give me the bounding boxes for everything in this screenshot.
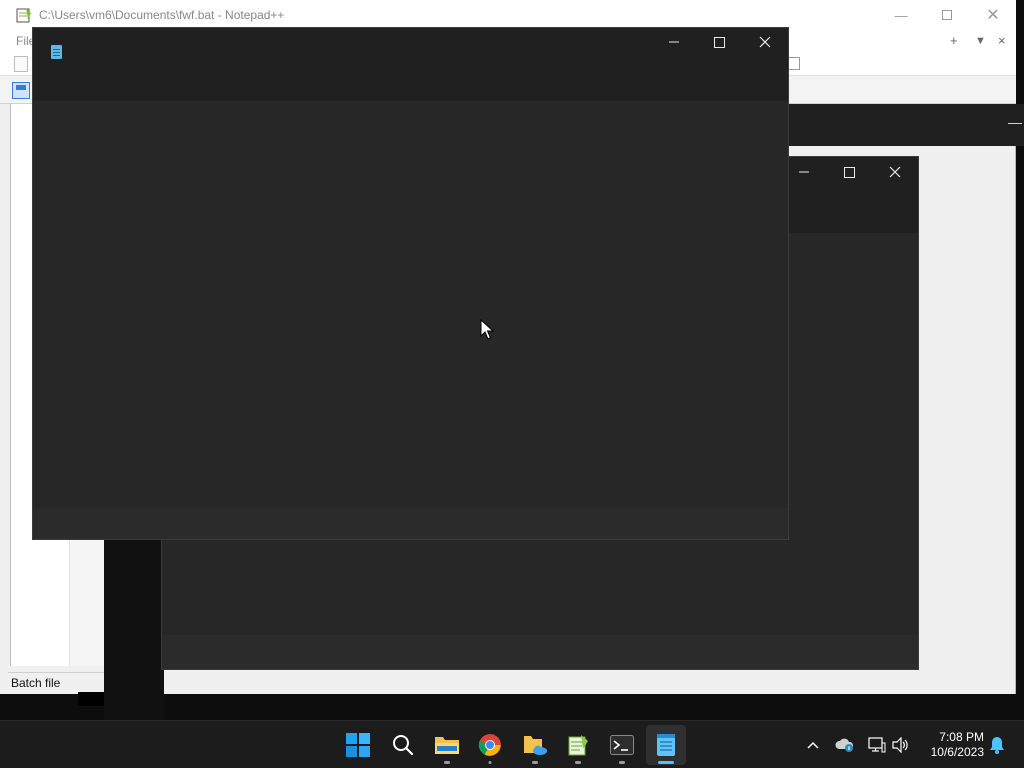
documents-button[interactable] xyxy=(515,725,555,765)
running-indicator xyxy=(444,761,450,764)
dark-window-front xyxy=(32,27,789,540)
running-indicator xyxy=(619,761,625,764)
network-tray-button[interactable] xyxy=(866,721,888,768)
dark-window-front-titlebar[interactable] xyxy=(33,28,788,101)
notepadpp-titlebar[interactable]: C:\Users\vm6\Documents\fwf.bat - Notepad… xyxy=(0,0,1016,30)
running-indicator xyxy=(488,761,492,764)
search-icon xyxy=(393,735,414,756)
minimize-button[interactable] xyxy=(651,28,697,56)
close-icon: ✕ xyxy=(986,7,1000,24)
start-button[interactable] xyxy=(338,725,378,765)
maximize-icon xyxy=(843,166,855,178)
notepadpp-button[interactable] xyxy=(558,725,598,765)
notepad-button[interactable] xyxy=(646,725,686,765)
show-hidden-icons-button[interactable] xyxy=(802,721,824,768)
background-dark-window-titlebar: — xyxy=(788,104,1024,146)
status-filetype: Batch file xyxy=(11,676,61,690)
running-indicator xyxy=(532,761,538,764)
chrome-button[interactable] xyxy=(470,725,510,765)
maximize-icon xyxy=(713,36,725,48)
terminal-icon xyxy=(610,735,634,755)
maximize-button[interactable] xyxy=(924,0,970,30)
background-shadow xyxy=(104,540,164,720)
notepadpp-title: C:\Users\vm6\Documents\fwf.bat - Notepad… xyxy=(39,8,285,22)
notifications-button[interactable] xyxy=(986,721,1008,768)
terminal-button[interactable] xyxy=(602,725,642,765)
minimize-icon: — xyxy=(894,7,908,23)
network-icon xyxy=(868,737,886,753)
close-icon xyxy=(889,166,901,178)
notepad-icon xyxy=(657,734,675,756)
search-button[interactable] xyxy=(383,725,423,765)
volume-tray-button[interactable] xyxy=(890,721,912,768)
speaker-icon xyxy=(892,737,908,753)
minimize-button[interactable]: — xyxy=(878,0,924,30)
maximize-button[interactable] xyxy=(696,28,742,56)
bell-icon xyxy=(990,737,1004,754)
background-fragment xyxy=(78,692,104,706)
new-tab-button[interactable]: + xyxy=(950,33,958,48)
mouse-cursor-icon xyxy=(480,319,494,340)
minimize-icon xyxy=(799,171,809,173)
close-doc-button[interactable]: × xyxy=(998,33,1006,48)
clock-time: 7:08 PM xyxy=(939,730,984,744)
close-button[interactable] xyxy=(742,28,788,56)
folder-icon xyxy=(435,737,459,754)
taskbar-clock[interactable]: 7:08 PM 10/6/2023 xyxy=(918,730,984,760)
dark-window-back-footer xyxy=(162,635,918,669)
close-button[interactable]: ✕ xyxy=(970,0,1016,30)
active-indicator xyxy=(658,761,674,764)
dark-window-front-content[interactable] xyxy=(33,101,788,509)
close-button[interactable] xyxy=(872,157,918,187)
maximize-button[interactable] xyxy=(826,157,872,187)
notepadpp-statusbar: Batch file xyxy=(8,672,104,692)
notepadpp-app-icon xyxy=(16,8,31,23)
chrome-icon xyxy=(478,734,501,756)
windows-logo-icon xyxy=(346,733,370,757)
chevron-up-icon xyxy=(807,741,819,749)
close-icon xyxy=(759,36,771,48)
save-icon[interactable] xyxy=(12,82,30,99)
dark-window-front-statusbar xyxy=(33,508,788,539)
file-explorer-button[interactable] xyxy=(427,725,467,765)
minimize-icon[interactable]: — xyxy=(1008,114,1022,130)
notepad-app-icon xyxy=(51,45,62,59)
tab-list-button[interactable]: ▼ xyxy=(975,35,986,47)
toolbar-print-icon[interactable] xyxy=(788,57,800,70)
onedrive-tray-button[interactable] xyxy=(834,721,856,768)
running-indicator xyxy=(575,761,581,764)
taskbar: 7:08 PM 10/6/2023 xyxy=(0,720,1024,768)
cloud-info-icon xyxy=(835,738,854,752)
maximize-icon xyxy=(942,10,952,20)
clock-date: 10/6/2023 xyxy=(930,745,984,759)
minimize-icon xyxy=(669,41,679,43)
notepadpp-icon xyxy=(568,735,588,756)
folder-cloud-icon xyxy=(524,736,547,755)
toolbar-new-icon[interactable] xyxy=(14,56,28,72)
